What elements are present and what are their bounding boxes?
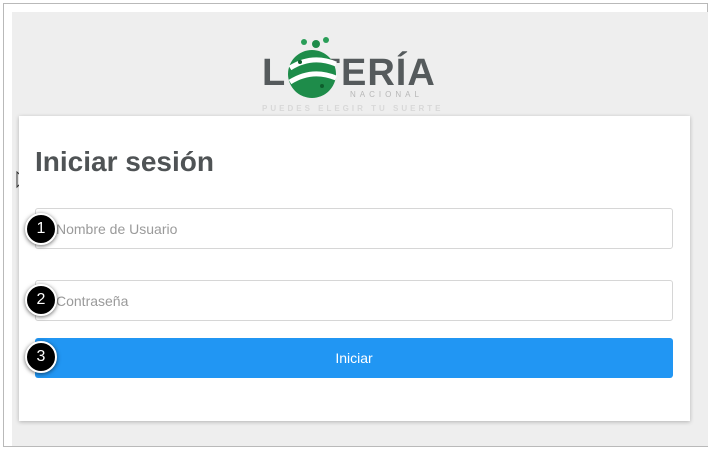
login-title: Iniciar sesión [35, 146, 214, 177]
step-badge-3: 3 [25, 341, 57, 373]
logo-tagline: PUEDES ELEGIR TU SUERTE [262, 104, 444, 113]
step-badge-1: 1 [25, 213, 57, 245]
username-input[interactable] [35, 208, 673, 249]
login-card: Iniciar sesión Iniciar [19, 116, 690, 421]
lottery-ball-icon [288, 37, 337, 98]
step-badge-2: 2 [25, 284, 57, 316]
logo-subtitle: NACIONAL [350, 90, 423, 99]
loteria-logo: LOTERÍA NACIONAL PUEDES ELEGIR TU SUERTE [252, 30, 462, 114]
password-input[interactable] [35, 280, 673, 321]
login-submit-button[interactable]: Iniciar [35, 338, 673, 378]
